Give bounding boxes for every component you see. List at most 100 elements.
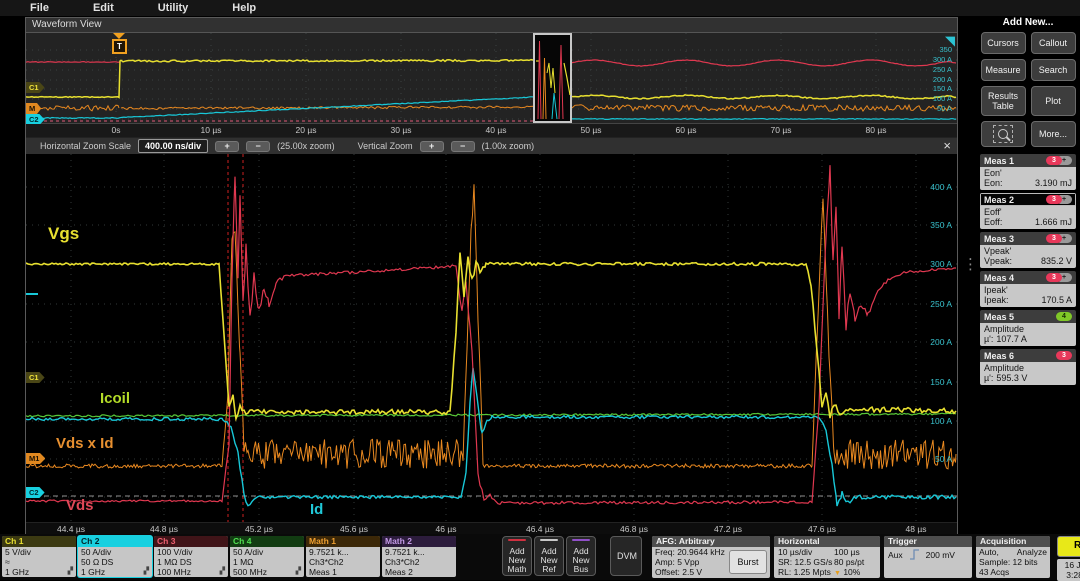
- acquisition-panel[interactable]: Acquisition Auto,Analyze Sample: 12 bits…: [976, 536, 1050, 578]
- measure-button[interactable]: Measure: [981, 59, 1026, 81]
- acquisition-title: Acquisition: [976, 536, 1050, 547]
- math-scale: 9.7521 k...: [309, 547, 349, 557]
- acq-analyze: Analyze: [1017, 547, 1047, 557]
- h-zoom-scale-value[interactable]: 400.00 ns/div: [138, 139, 208, 153]
- menu-help[interactable]: Help: [232, 2, 256, 14]
- trigger-panel[interactable]: Trigger Aux 200 mV: [884, 536, 972, 578]
- add-new-math-button[interactable]: Add New Math: [502, 536, 532, 576]
- rising-edge-icon: [909, 549, 920, 560]
- overview-axis-label: 300 A: [933, 55, 952, 64]
- channel-scale: 5 V/div: [5, 547, 31, 557]
- h-zoom-readout: (25.00x zoom): [277, 141, 335, 151]
- h-zoom-plus-button[interactable]: +: [215, 141, 239, 152]
- menu-utility[interactable]: Utility: [158, 2, 189, 14]
- trigger-level: 200 mV: [926, 550, 955, 560]
- h-zoom-minus-button[interactable]: −: [246, 141, 270, 152]
- time-tick: 10 µs: [201, 125, 222, 135]
- meas-line1: Amplitude: [984, 324, 1072, 334]
- datetime-display: 16 Jan 2023 3:28:24 PM: [1057, 559, 1080, 581]
- main-axis-label: 100 A: [930, 416, 952, 426]
- meas-value: 835.2 V: [1041, 256, 1072, 266]
- math-scale: 9.7521 k...: [385, 547, 425, 557]
- h-zoom-scale-label: Horizontal Zoom Scale: [40, 141, 131, 151]
- meas-label: Eon:: [984, 178, 1003, 188]
- meas-panel-5[interactable]: Meas 5 4 Amplitude µ':107.7 A: [980, 310, 1076, 346]
- meas-value: 170.5 A: [1041, 295, 1072, 305]
- main-axis-label: 400 A: [930, 182, 952, 192]
- math-expression: Ch3*Ch2: [309, 557, 344, 567]
- main-axis-label: 200 A: [930, 337, 952, 347]
- channel-bandwidth: 500 MHz: [233, 567, 267, 577]
- time-tick: 44.4 µs: [57, 524, 85, 534]
- channel-badge-ch4[interactable]: Ch 4 50 A/div 1 MΩ 500 MHz▞: [230, 536, 304, 577]
- time-tick: 20 µs: [296, 125, 317, 135]
- meas-panel-6[interactable]: Meas 6 3 Amplitude µ':595.3 V: [980, 349, 1076, 385]
- meas-line1: Eon': [984, 168, 1072, 178]
- horizontal-panel[interactable]: Horizontal 10 µs/div 100 µs SR: 12.5 GS/…: [774, 536, 880, 578]
- math-badge-math1[interactable]: Math 1 9.7521 k... Ch3*Ch2 Meas 1: [306, 536, 380, 577]
- overview-zoom-corner-icon[interactable]: ◥: [945, 34, 955, 47]
- v-zoom-readout: (1.00x zoom): [482, 141, 535, 151]
- acq-mode: Auto,: [979, 547, 999, 557]
- time-tick: 60 µs: [676, 125, 697, 135]
- status-badge: Ready: [1057, 536, 1080, 557]
- dvm-button[interactable]: DVM: [610, 536, 642, 576]
- trigger-title: Trigger: [884, 536, 972, 547]
- v-zoom-minus-button[interactable]: −: [451, 141, 475, 152]
- main-axis-label: 250 A: [930, 299, 952, 309]
- bandwidth-icon: ▞: [68, 567, 73, 577]
- time-tick: 44.8 µs: [150, 524, 178, 534]
- trace-label-icoil: Icoil: [100, 390, 130, 407]
- meas-label: Eoff:: [984, 217, 1002, 227]
- source-badge: 3: [1046, 234, 1062, 243]
- cursors-button[interactable]: Cursors: [981, 32, 1026, 54]
- source-badge: 3: [1056, 351, 1072, 360]
- channel-name: Ch 4: [230, 536, 304, 547]
- overview-plot[interactable]: T C1 M C2 350 300 A 250 A 200 A 150 A 10…: [26, 33, 957, 124]
- results-table-button[interactable]: Results Table: [981, 86, 1026, 116]
- probe-icon: ≈: [5, 557, 10, 567]
- meas-panel-3[interactable]: Meas 3 3+ Vpeak' Vpeak:835.2 V: [980, 232, 1076, 268]
- waveform-view-window: Waveform View T C1 M C2 350 300 A 250 A …: [25, 17, 958, 534]
- burst-button[interactable]: Burst: [729, 550, 767, 574]
- zoom-tool-button[interactable]: [981, 121, 1026, 147]
- meas-panel-2[interactable]: Meas 2 3+ Eoff' Eoff:1.666 mJ: [980, 193, 1076, 229]
- channel-coupling: 1 MΩ DS: [157, 557, 192, 567]
- plot-button[interactable]: Plot: [1031, 86, 1076, 116]
- channel-badge-ch3[interactable]: Ch 3 100 V/div 1 MΩ DS 100 MHz▞: [154, 536, 228, 577]
- trigger-marker[interactable]: T: [112, 33, 125, 54]
- search-button[interactable]: Search: [1031, 59, 1076, 81]
- meas-panel-1[interactable]: Meas 1 3+ Eon' Eon:3.190 mJ: [980, 154, 1076, 190]
- channel-badge-ch1[interactable]: Ch 1 5 V/div ≈ 1 GHz▞: [2, 536, 76, 577]
- settings-bar: Ch 1 5 V/div ≈ 1 GHz▞ Ch 2 50 A/div 50 Ω…: [0, 534, 1080, 580]
- trigger-position-icon: ▼: [834, 570, 841, 577]
- meas-line1: Eoff': [984, 207, 1072, 217]
- time-tick: 30 µs: [391, 125, 412, 135]
- bandwidth-icon: ▞: [144, 567, 149, 577]
- overview-axis-label: 100 A: [933, 94, 952, 103]
- menu-edit[interactable]: Edit: [93, 2, 114, 14]
- h-samplerate: SR: 12.5 GS/s: [778, 557, 834, 567]
- more-button[interactable]: More...: [1031, 121, 1076, 147]
- zoom-plot[interactable]: Vgs Icoil Vds x Id Vds Id C1 M1 C2 400 A…: [26, 154, 957, 522]
- trace-label-id: Id: [310, 501, 323, 518]
- meas-label: Ipeak:: [984, 295, 1009, 305]
- afg-panel[interactable]: AFG: Arbitrary Freq: 20.9644 kHz Amp: 5 …: [652, 536, 770, 578]
- channel-bandwidth: 1 GHz: [5, 567, 29, 577]
- channel-bandwidth: 1 GHz: [81, 567, 105, 577]
- main-axis-label: 300 A: [930, 259, 952, 269]
- meas-panel-4[interactable]: Meas 4 3+ Ipeak' Ipeak:170.5 A: [980, 271, 1076, 307]
- meas-line1: Amplitude: [984, 363, 1072, 373]
- callout-button[interactable]: Callout: [1031, 32, 1076, 54]
- v-zoom-plus-button[interactable]: +: [420, 141, 444, 152]
- math-badge-math2[interactable]: Math 2 9.7521 k... Ch3*Ch2 Meas 2: [382, 536, 456, 577]
- close-icon[interactable]: ×: [943, 139, 951, 152]
- meas-title: Meas 6: [984, 351, 1014, 361]
- channel-badge-ch2[interactable]: Ch 2 50 A/div 50 Ω DS 1 GHz▞: [78, 536, 152, 577]
- add-new-ref-button[interactable]: Add New Ref: [534, 536, 564, 576]
- h-position: 10%: [843, 567, 860, 577]
- add-new-bus-button[interactable]: Add New Bus: [566, 536, 596, 576]
- menu-file[interactable]: File: [30, 2, 49, 14]
- panel-drag-handle[interactable]: ⋮: [963, 255, 978, 273]
- channel-coupling: 1 MΩ: [233, 557, 254, 567]
